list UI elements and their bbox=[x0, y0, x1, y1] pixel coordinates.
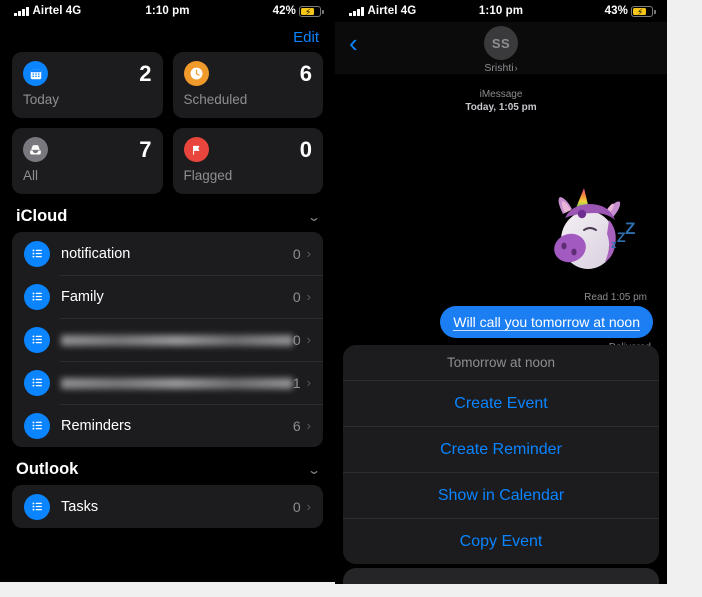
smart-list-label: Scheduled bbox=[183, 92, 248, 107]
chevron-right-icon: › bbox=[306, 418, 311, 433]
smart-list-card-today[interactable]: 2 Today bbox=[12, 52, 163, 118]
list-item[interactable]: 0 › bbox=[12, 318, 323, 361]
read-receipt: Read 1:05 pm bbox=[584, 292, 647, 303]
battery-percent-label: 42% bbox=[272, 5, 296, 17]
list-bullet-icon bbox=[24, 283, 50, 310]
contact-name-label: Srishti› bbox=[484, 62, 518, 74]
list-item-count: 0 bbox=[292, 498, 301, 515]
smart-list-count: 2 bbox=[139, 61, 152, 86]
chevron-right-icon: › bbox=[306, 289, 311, 304]
chevron-down-icon[interactable]: ⌄ bbox=[307, 210, 321, 224]
list-item-label-redacted bbox=[61, 377, 293, 389]
service-label: iMessage bbox=[479, 89, 523, 100]
svg-text:Z: Z bbox=[625, 219, 635, 238]
list-item-count: 1 bbox=[292, 374, 301, 391]
list-bullet-icon bbox=[24, 412, 50, 439]
list-item-label: Tasks bbox=[61, 498, 99, 515]
list-item-count: 0 bbox=[292, 245, 301, 262]
list-item-count: 0 bbox=[292, 331, 301, 348]
list-item[interactable]: Family 0 › bbox=[12, 275, 323, 318]
cellular-bars-icon bbox=[349, 6, 364, 16]
smart-list-count: 7 bbox=[139, 137, 152, 162]
list-item-count: 6 bbox=[292, 417, 301, 434]
flag-icon bbox=[183, 137, 209, 162]
list-item[interactable]: Tasks 0 › bbox=[12, 485, 323, 528]
chevron-right-icon: › bbox=[514, 63, 518, 73]
list-item-label: Reminders bbox=[61, 417, 132, 434]
action-sheet-title: Tomorrow at noon bbox=[343, 345, 659, 381]
section-title: Outlook bbox=[16, 460, 79, 478]
section-title: iCloud bbox=[16, 207, 68, 225]
list-item-label: notification bbox=[61, 245, 131, 262]
cellular-bars-icon bbox=[14, 6, 29, 16]
list-bullet-icon bbox=[24, 369, 50, 396]
list-item-count: 0 bbox=[292, 288, 301, 305]
battery-percent-label: 43% bbox=[604, 5, 628, 17]
smart-list-count: 6 bbox=[299, 61, 312, 86]
list-bullet-icon bbox=[24, 240, 50, 267]
smart-list-label: Today bbox=[23, 92, 60, 107]
chevron-right-icon: › bbox=[306, 375, 311, 390]
action-show-in-calendar[interactable]: Show in Calendar bbox=[343, 473, 659, 519]
chevron-right-icon: › bbox=[306, 499, 311, 514]
section-header-outlook[interactable]: Outlook ⌄ bbox=[12, 447, 323, 485]
smart-list-card-all[interactable]: 7 All bbox=[12, 128, 163, 194]
inbox-tray-icon bbox=[23, 137, 48, 162]
messages-nav-bar: ‹ SS Srishti› bbox=[335, 22, 667, 74]
action-create-event[interactable]: Create Event bbox=[343, 381, 659, 427]
smart-list-label: All bbox=[23, 168, 39, 183]
list-group-icloud: notification 0 › Family 0 › 0 › 1 › Remi… bbox=[12, 232, 323, 447]
carrier-label: Airtel 4G bbox=[367, 5, 417, 17]
clock-icon bbox=[183, 61, 209, 86]
outgoing-message-bubble[interactable]: Will call you tomorrow at noon bbox=[440, 306, 656, 338]
reminders-status-bar: Airtel 4G 1:10 pm 42% ⚡ bbox=[0, 0, 335, 22]
battery-charging-icon: ⚡ bbox=[299, 5, 324, 17]
edit-button[interactable]: Edit bbox=[293, 29, 319, 46]
data-detector-action-sheet: Tomorrow at noon Create Event Create Rem… bbox=[343, 345, 659, 564]
reminders-nav-bar: Edit bbox=[0, 22, 335, 52]
list-group-outlook: Tasks 0 › bbox=[12, 485, 323, 528]
smart-list-label: Flagged bbox=[183, 168, 233, 183]
messages-status-bar: Airtel 4G 1:10 pm 43% ⚡ bbox=[335, 0, 667, 22]
message-text-link[interactable]: Will call you tomorrow at noon bbox=[453, 314, 640, 331]
list-item-label: Family bbox=[61, 288, 104, 305]
contact-header[interactable]: SS Srishti› bbox=[335, 26, 667, 74]
list-bullet-icon bbox=[24, 493, 50, 520]
thread-timestamp: iMessage Today, 1:05 pm bbox=[335, 74, 667, 114]
sleeping-unicorn-memoji[interactable]: z Z Z bbox=[537, 186, 641, 282]
screenshot-stage: Airtel 4G 1:10 pm 42% ⚡ Edit 2 Today 6 S… bbox=[0, 0, 702, 597]
smart-list-card-scheduled[interactable]: 6 Scheduled bbox=[172, 52, 323, 118]
list-bullet-icon bbox=[24, 326, 50, 353]
thread-date: Today, 1:05 pm bbox=[465, 102, 537, 113]
avatar[interactable]: SS bbox=[484, 26, 518, 60]
smart-list-card-flagged[interactable]: 0 Flagged bbox=[172, 128, 323, 194]
list-item-label-redacted bbox=[61, 334, 293, 346]
list-item[interactable]: 1 › bbox=[12, 361, 323, 404]
chevron-down-icon[interactable]: ⌄ bbox=[307, 463, 321, 477]
chevron-right-icon: › bbox=[306, 246, 311, 261]
section-header-icloud[interactable]: iCloud ⌄ bbox=[12, 194, 323, 232]
carrier-label: Airtel 4G bbox=[32, 5, 82, 17]
cancel-button[interactable]: Cancel bbox=[343, 568, 659, 584]
message-thread: iMessage Today, 1:05 pm z Z Z Read 1:05 … bbox=[335, 74, 667, 584]
list-item[interactable]: notification 0 › bbox=[12, 232, 323, 275]
chevron-right-icon: › bbox=[306, 332, 311, 347]
action-create-reminder[interactable]: Create Reminder bbox=[343, 427, 659, 473]
reminders-content: 2 Today 6 Scheduled 7 All 0 Flagged iClo… bbox=[0, 52, 335, 528]
list-item[interactable]: Reminders 6 › bbox=[12, 404, 323, 447]
messages-app-panel: Airtel 4G 1:10 pm 43% ⚡ ‹ SS Srishti› iM… bbox=[335, 0, 667, 584]
reminders-app-panel: Airtel 4G 1:10 pm 42% ⚡ Edit 2 Today 6 S… bbox=[0, 0, 335, 582]
smart-list-cards: 2 Today 6 Scheduled 7 All 0 Flagged bbox=[12, 52, 323, 194]
smart-list-count: 0 bbox=[299, 137, 312, 162]
calendar-icon bbox=[23, 61, 48, 86]
battery-charging-icon: ⚡ bbox=[631, 5, 656, 17]
action-copy-event[interactable]: Copy Event bbox=[343, 519, 659, 564]
